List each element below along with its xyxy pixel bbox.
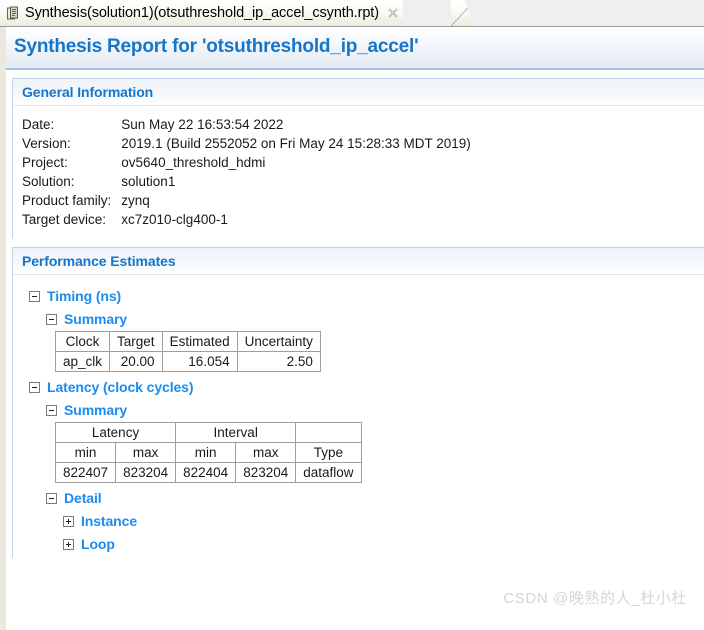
tree-node-timing-summary-label: Summary [64,311,128,327]
tree-node-timing-summary[interactable]: Summary [46,311,704,327]
group-header-empty [295,422,362,443]
tab-right-edge [451,0,475,26]
table-row: ap_clk 20.00 16.054 2.50 [54,351,321,372]
info-value: solution1 [121,174,176,189]
column-header-interval-min: min [175,442,237,463]
table-row: Solution: solution1 [22,172,471,191]
table-row: Project: ov5640_threshold_hdmi [22,153,471,172]
general-information-header: General Information [13,79,704,106]
editor-tab-synthesis-report[interactable]: Synthesis(solution1)(otsuthreshold_ip_ac… [0,0,403,26]
tree-node-loop[interactable]: Loop [63,536,704,552]
table-row: Product family: zynq [22,191,471,210]
left-margin-strip [0,27,6,630]
info-key: Target device: [22,212,107,227]
tree-node-latency-summary-label: Summary [64,402,128,418]
latency-summary-table: Latency Interval min max min max Type 82… [54,422,362,483]
cell-latency-min: 822407 [54,462,117,483]
timing-summary-table: Clock Target Estimated Uncertainty ap_cl… [54,331,321,372]
cell-uncertainty: 2.50 [236,351,321,372]
general-information-body: Date: Sun May 22 16:53:54 2022 Version: … [13,106,704,239]
info-value: xc7z010-clg400-1 [121,212,228,227]
collapse-toggle-icon[interactable] [46,404,57,416]
expand-toggle-icon[interactable] [63,515,74,527]
column-header-interval-max: max [235,442,297,463]
tree-node-detail[interactable]: Detail [46,490,704,506]
performance-estimates-panel: Performance Estimates Timing (ns) Summar… [12,247,704,558]
tree-node-latency-summary[interactable]: Summary [46,402,704,418]
info-value: Sun May 22 16:53:54 2022 [121,117,284,132]
editor-tab-bar: Synthesis(solution1)(otsuthreshold_ip_ac… [0,0,704,27]
tree-node-instance-label: Instance [81,513,137,529]
table-header-row: min max min max Type [54,442,362,463]
tree-node-detail-label: Detail [64,490,102,506]
group-header-interval: Interval [175,422,297,443]
column-header-clock: Clock [54,331,111,352]
collapse-toggle-icon[interactable] [46,492,57,504]
report-document-icon [6,6,21,21]
cell-interval-max: 823204 [235,462,297,483]
collapse-toggle-icon[interactable] [29,381,40,393]
performance-estimates-body: Timing (ns) Summary Clock Target Estimat… [13,275,704,558]
cell-clock: ap_clk [54,351,111,372]
tree-node-timing-label: Timing (ns) [47,288,122,304]
info-key: Date: [22,117,55,132]
column-header-latency-max: max [115,442,177,463]
group-header-latency: Latency [54,422,177,443]
column-header-estimated: Estimated [161,331,238,352]
table-header-row: Clock Target Estimated Uncertainty [54,331,321,352]
cell-latency-max: 823204 [115,462,177,483]
info-key: Version: [22,136,71,151]
tree-node-loop-label: Loop [81,536,115,552]
cell-estimated: 16.054 [161,351,238,372]
tree-node-latency[interactable]: Latency (clock cycles) [29,379,704,395]
cell-target: 20.00 [109,351,163,372]
watermark: CSDN @晚熟的人_杜小杜 [503,590,687,607]
table-row: Date: Sun May 22 16:53:54 2022 [22,115,471,134]
table-group-header-row: Latency Interval [54,422,362,443]
table-row: Version: 2019.1 (Build 2552052 on Fri Ma… [22,134,471,153]
general-information-title: General Information [22,84,154,100]
info-value: zynq [121,193,150,208]
general-information-panel: General Information Date: Sun May 22 16:… [12,78,704,239]
info-key: Project: [22,155,68,170]
expand-toggle-icon[interactable] [63,538,74,550]
close-icon[interactable] [387,7,399,19]
tree-node-instance[interactable]: Instance [63,513,704,529]
performance-estimates-header: Performance Estimates [13,248,704,275]
page-title: Synthesis Report for 'otsuthreshold_ip_a… [14,36,419,57]
collapse-toggle-icon[interactable] [46,313,57,325]
column-header-uncertainty: Uncertainty [236,331,321,352]
tree-node-timing[interactable]: Timing (ns) [29,288,704,304]
info-value: 2019.1 (Build 2552052 on Fri May 24 15:2… [121,136,471,151]
performance-estimates-title: Performance Estimates [22,253,176,269]
column-header-latency-min: min [54,442,117,463]
column-header-type: Type [295,442,362,463]
table-row: Target device: xc7z010-clg400-1 [22,210,471,229]
report-document: Synthesis Report for 'otsuthreshold_ip_a… [0,27,704,630]
info-key: Solution: [22,174,75,189]
cell-interval-min: 822404 [175,462,237,483]
editor-tab-label: Synthesis(solution1)(otsuthreshold_ip_ac… [25,5,379,21]
tree-node-latency-label: Latency (clock cycles) [47,379,194,395]
info-key: Product family: [22,193,112,208]
table-row: 822407 823204 822404 823204 dataflow [54,462,362,483]
column-header-target: Target [109,331,163,352]
collapse-toggle-icon[interactable] [29,290,40,302]
cell-type: dataflow [295,462,362,483]
general-information-table: Date: Sun May 22 16:53:54 2022 Version: … [22,115,471,229]
info-value: ov5640_threshold_hdmi [121,155,266,170]
report-title-banner: Synthesis Report for 'otsuthreshold_ip_a… [0,27,704,70]
